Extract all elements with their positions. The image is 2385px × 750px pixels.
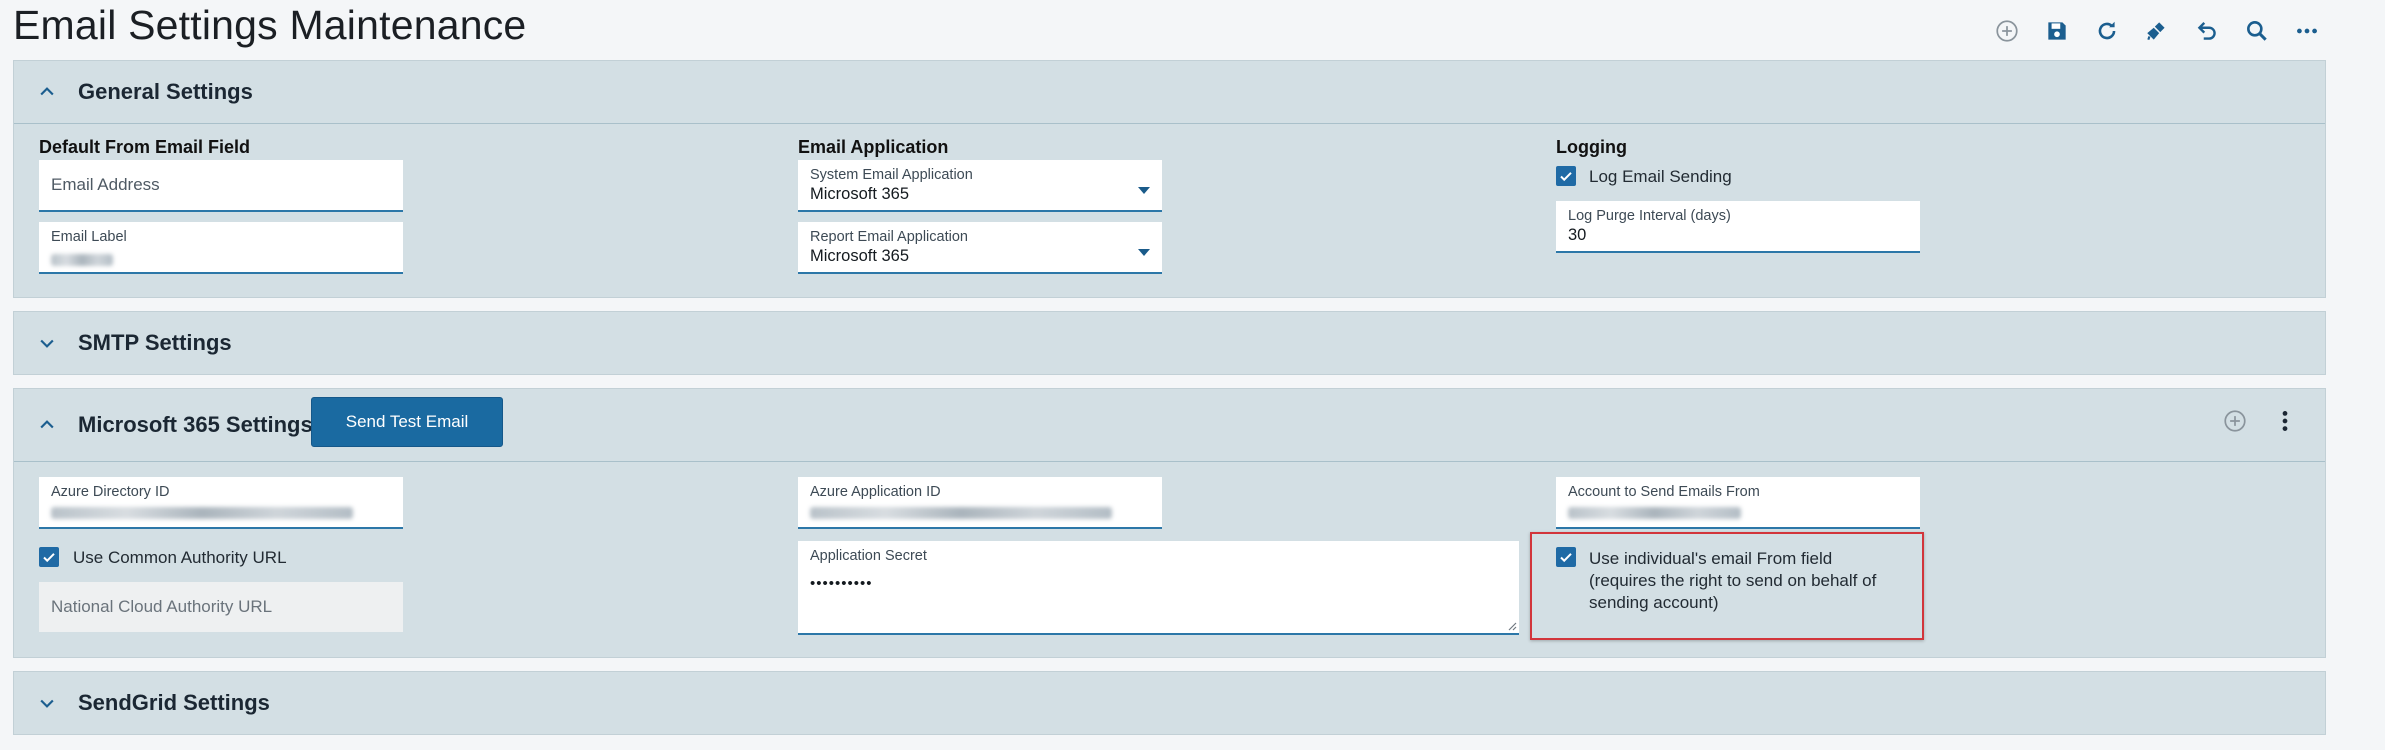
account-send-from-value xyxy=(1568,507,1741,519)
ms365-settings-panel: Microsoft 365 Settings Send Test Email A… xyxy=(13,388,2326,658)
email-address-placeholder: Email Address xyxy=(51,175,160,194)
smtp-settings-panel: SMTP Settings xyxy=(13,311,2326,375)
azure-directory-id-value xyxy=(51,507,353,519)
add-icon xyxy=(1996,20,2018,42)
use-common-authority-checkbox[interactable] xyxy=(39,547,59,567)
save-icon xyxy=(2048,22,2066,40)
expand-toggle[interactable] xyxy=(36,332,58,354)
general-settings-header[interactable]: General Settings xyxy=(14,61,2325,123)
email-label-value xyxy=(51,254,113,266)
divider xyxy=(14,461,2325,462)
azure-application-id-value xyxy=(810,507,1112,519)
log-purge-interval-label: Log Purge Interval (days) xyxy=(1568,208,1731,224)
azure-application-id-label: Azure Application ID xyxy=(810,484,941,500)
log-email-sending-label: Log Email Sending xyxy=(1589,167,1732,186)
divider xyxy=(14,123,2325,124)
more-options-button[interactable] xyxy=(2268,404,2302,438)
email-label-field[interactable]: Email Label xyxy=(39,222,403,274)
collapse-toggle[interactable] xyxy=(36,414,58,436)
save-button[interactable] xyxy=(2040,14,2074,48)
resize-handle-icon[interactable] xyxy=(1507,621,1517,631)
application-secret-label: Application Secret xyxy=(810,548,927,564)
azure-directory-id-label: Azure Directory ID xyxy=(51,484,170,500)
more-vertical-icon xyxy=(2282,411,2288,431)
section-title: Microsoft 365 Settings xyxy=(78,412,313,437)
general-settings-panel: General Settings Default From Email Fiel… xyxy=(13,60,2326,298)
default-from-heading: Default From Email Field xyxy=(39,137,251,157)
use-individual-from-label: Use individual's email From field (requi… xyxy=(1589,549,1877,612)
add-button[interactable] xyxy=(1990,14,2024,48)
more-button[interactable] xyxy=(2290,14,2324,48)
expand-toggle[interactable] xyxy=(36,692,58,714)
sendgrid-settings-panel: SendGrid Settings xyxy=(13,671,2326,735)
log-email-sending-checkbox[interactable] xyxy=(1556,166,1576,186)
smtp-settings-header[interactable]: SMTP Settings xyxy=(14,312,2325,374)
add-icon xyxy=(2224,410,2246,432)
checkmark-icon xyxy=(1560,172,1572,182)
search-button[interactable] xyxy=(2240,14,2274,48)
national-cloud-authority-field[interactable]: National Cloud Authority URL xyxy=(39,582,403,632)
ms365-settings-header[interactable]: Microsoft 365 Settings Send Test Email xyxy=(14,389,2325,461)
sendgrid-settings-header[interactable]: SendGrid Settings xyxy=(14,672,2325,734)
checkmark-icon xyxy=(43,553,55,563)
system-email-application-label: System Email Application xyxy=(810,167,973,183)
system-email-application-value: Microsoft 365 xyxy=(810,185,910,203)
log-purge-interval-field[interactable]: Log Purge Interval (days) 30 xyxy=(1556,201,1920,253)
refresh-button[interactable] xyxy=(2090,14,2124,48)
undo-button[interactable] xyxy=(2190,14,2224,48)
log-purge-interval-value: 30 xyxy=(1568,226,1587,244)
chevron-up-icon xyxy=(40,420,54,429)
undo-icon xyxy=(2197,22,2216,40)
section-title: SMTP Settings xyxy=(78,330,232,355)
dropdown-arrow-icon xyxy=(1138,187,1150,194)
email-address-field[interactable]: Email Address xyxy=(39,160,403,212)
clear-button[interactable] xyxy=(2140,14,2174,48)
refresh-icon xyxy=(2098,21,2116,40)
email-application-heading: Email Application xyxy=(798,137,949,157)
account-send-from-field[interactable]: Account to Send Emails From xyxy=(1556,477,1920,529)
chevron-down-icon xyxy=(40,699,54,708)
report-email-application-value: Microsoft 365 xyxy=(810,247,910,265)
account-send-from-label: Account to Send Emails From xyxy=(1568,484,1760,500)
checkmark-icon xyxy=(1560,553,1572,563)
chevron-up-icon xyxy=(40,87,54,96)
chevron-down-icon xyxy=(40,339,54,348)
email-label-label: Email Label xyxy=(51,229,127,245)
report-email-application-label: Report Email Application xyxy=(810,229,968,245)
azure-application-id-field[interactable]: Azure Application ID xyxy=(798,477,1162,529)
section-title: SendGrid Settings xyxy=(78,690,270,715)
use-common-authority-label: Use Common Authority URL xyxy=(73,548,287,567)
application-secret-field[interactable]: Application Secret •••••••••• xyxy=(798,541,1519,635)
search-icon xyxy=(2247,21,2267,41)
collapse-toggle[interactable] xyxy=(36,81,58,103)
logging-heading: Logging xyxy=(1556,137,1627,157)
system-email-application-select[interactable]: System Email Application Microsoft 365 xyxy=(798,160,1162,212)
send-test-email-button[interactable]: Send Test Email xyxy=(311,397,503,447)
more-horizontal-icon xyxy=(2297,28,2317,34)
page-title: Email Settings Maintenance xyxy=(13,2,527,48)
add-button[interactable] xyxy=(2218,404,2252,438)
application-secret-value: •••••••••• xyxy=(810,575,873,592)
section-title: General Settings xyxy=(78,79,253,104)
report-email-application-select[interactable]: Report Email Application Microsoft 365 xyxy=(798,222,1162,274)
azure-directory-id-field[interactable]: Azure Directory ID xyxy=(39,477,403,529)
use-individual-from-checkbox[interactable] xyxy=(1556,547,1576,567)
national-cloud-authority-placeholder: National Cloud Authority URL xyxy=(51,597,273,616)
dropdown-arrow-icon xyxy=(1138,249,1150,256)
clear-icon xyxy=(2147,22,2165,41)
